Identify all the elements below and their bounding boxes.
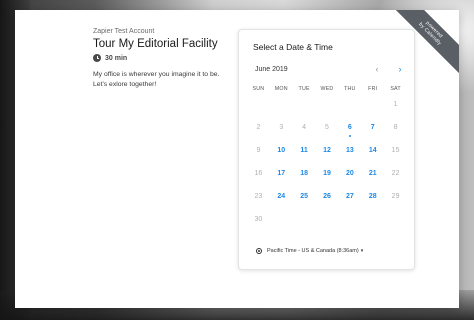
weekday-label: MON	[274, 86, 288, 92]
current-month: June 2019	[255, 66, 288, 73]
calendar-day-17[interactable]: 17	[270, 167, 293, 190]
calendar-day-15: 15	[391, 147, 400, 154]
calendar-day-27[interactable]: 27	[338, 190, 361, 213]
calendar-day-14[interactable]: 14	[361, 144, 384, 167]
calendar-empty-cell	[247, 98, 270, 121]
weekday-label: SAT	[390, 86, 401, 92]
panel-heading: Select a Date & Time	[253, 42, 333, 52]
calendar-grid: 1 2 3 4 5 6 7 8 9 10 11 12 13 14 15 16 17 18 19 20 21 22 23 24 2…	[247, 98, 407, 236]
calendar-empty-cell	[361, 98, 384, 121]
account-name: Zapier Test Account	[93, 28, 155, 35]
calendar-day-12[interactable]: 12	[316, 144, 339, 167]
calendar-day-7[interactable]: 7	[361, 121, 384, 144]
weekday-label: FRI	[368, 86, 378, 92]
calendar-day-24[interactable]: 24	[270, 190, 293, 213]
calendar-day-21[interactable]: 21	[361, 167, 384, 190]
caret-down-icon: ▾	[360, 248, 364, 254]
calendar-empty-cell	[293, 98, 316, 121]
calendar-day-18[interactable]: 18	[293, 167, 316, 190]
calendar-empty-cell	[270, 98, 293, 121]
weekday-label: SUN	[252, 86, 265, 92]
event-description: My office is wherever you imagine it to …	[93, 71, 220, 88]
duration-label: 30 min	[105, 54, 128, 62]
calendar-day-30: 30	[254, 216, 263, 223]
clock-icon	[93, 54, 101, 62]
calendar-day-28[interactable]: 28	[361, 190, 384, 213]
timezone-selector[interactable]: Pacific Time - US & Canada (8:36am) ▾	[256, 248, 363, 254]
calendar-day-16: 16	[254, 170, 263, 177]
event-duration: 30 min	[93, 54, 243, 62]
calendar-day-1: 1	[393, 101, 398, 108]
scheduling-modal: powered by Calendly Zapier Test Account …	[15, 10, 459, 308]
calendar-day-23: 23	[254, 193, 263, 200]
calendar-day-20[interactable]: 20	[338, 167, 361, 190]
calendar-day-3: 3	[279, 124, 284, 131]
calendar-day-13[interactable]: 13	[338, 144, 361, 167]
calendar-day-6[interactable]: 6	[338, 121, 361, 144]
date-picker-panel: Select a Date & Time June 2019 ‹ › SUN MO…	[238, 29, 415, 270]
weekday-label: TUE	[298, 86, 310, 92]
calendar-day-29: 29	[391, 193, 400, 200]
calendar-day-9: 9	[256, 147, 261, 154]
previous-month-button[interactable]: ‹	[371, 63, 383, 75]
weekday-label: THU	[344, 86, 356, 92]
event-info: Zapier Test Account Tour My Editorial Fa…	[93, 28, 243, 90]
globe-icon	[256, 248, 262, 254]
calendar-day-11[interactable]: 11	[293, 144, 316, 167]
calendar-day-4: 4	[302, 124, 307, 131]
calendar-day-8: 8	[393, 124, 398, 131]
weekday-label: WED	[320, 86, 334, 92]
calendar-day-25[interactable]: 25	[293, 190, 316, 213]
calendar-day-10[interactable]: 10	[270, 144, 293, 167]
calendar-day-5: 5	[325, 124, 329, 131]
timezone-label: Pacific Time - US & Canada (8:36am)	[267, 248, 359, 254]
calendar-day-22: 22	[391, 170, 400, 177]
calendar-day-19[interactable]: 19	[316, 167, 339, 190]
calendar-day-26[interactable]: 26	[316, 190, 339, 213]
weekday-header: SUN MON TUE WED THU FRI SAT	[247, 86, 407, 92]
calendar-empty-cell	[338, 98, 361, 121]
event-title: Tour My Editorial Facility	[93, 38, 218, 50]
calendar-empty-cell	[316, 98, 339, 121]
next-month-button[interactable]: ›	[394, 63, 406, 75]
calendar-day-2: 2	[256, 124, 261, 131]
